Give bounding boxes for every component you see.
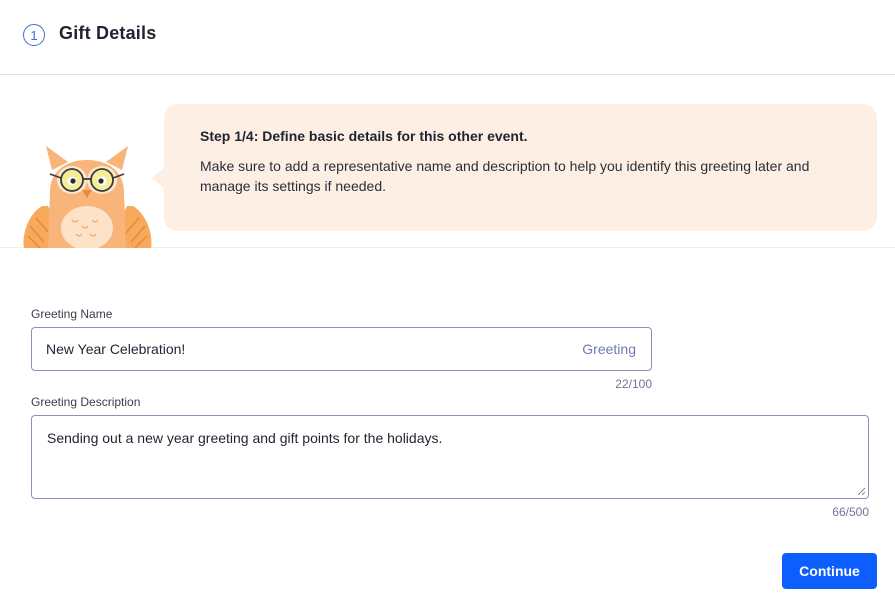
greeting-description-counter: 66/500 xyxy=(832,505,869,519)
greeting-name-input[interactable]: New Year Celebration! Greeting xyxy=(31,327,652,371)
continue-button[interactable]: Continue xyxy=(782,553,877,589)
greeting-description-textarea[interactable]: Sending out a new year greeting and gift… xyxy=(31,415,869,499)
owl-mascot-icon xyxy=(23,146,152,248)
greeting-description-value: Sending out a new year greeting and gift… xyxy=(47,430,443,446)
banner-title: Step 1/4: Define basic details for this … xyxy=(200,128,528,144)
greeting-name-value: New Year Celebration! xyxy=(46,341,186,357)
greeting-name-label: Greeting Name xyxy=(31,307,113,321)
page-header: 1 Gift Details xyxy=(0,0,895,75)
greeting-description-label: Greeting Description xyxy=(31,395,141,409)
resize-handle-icon[interactable] xyxy=(857,487,866,496)
info-bubble: Step 1/4: Define basic details for this … xyxy=(152,104,877,231)
page-title: Gift Details xyxy=(59,23,157,43)
step-number-badge: 1 xyxy=(23,24,45,46)
banner-text: Make sure to add a representative name a… xyxy=(200,158,810,194)
greeting-name-suffix: Greeting xyxy=(582,341,636,357)
greeting-name-counter: 22/100 xyxy=(615,377,652,391)
info-banner-section: Step 1/4: Define basic details for this … xyxy=(0,76,895,248)
